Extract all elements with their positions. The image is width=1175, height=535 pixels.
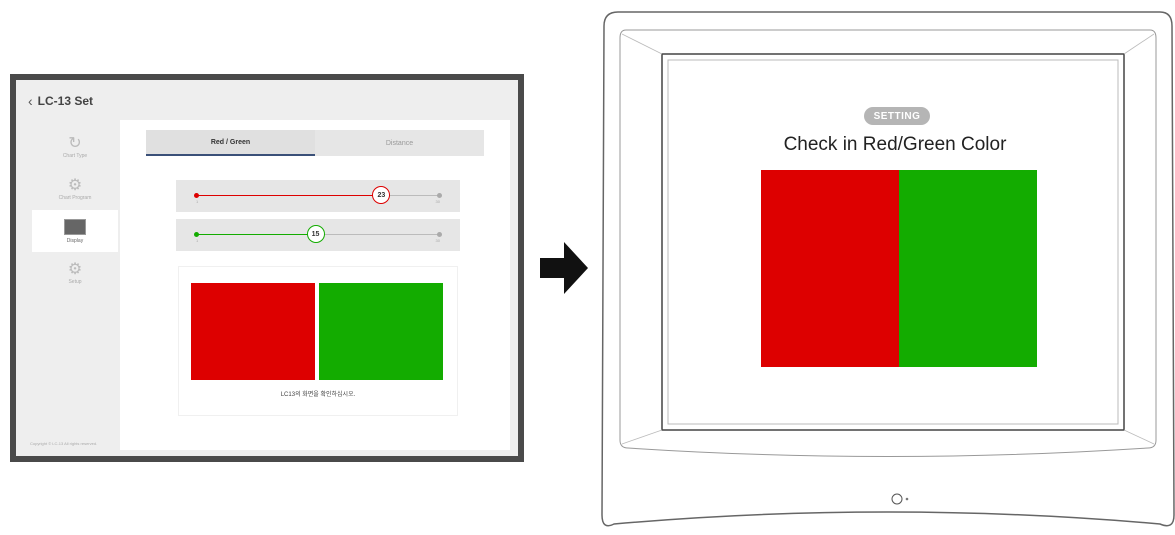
tablet-device: ‹ LC-13 Set ↻ Chart Type ⚙ Chart Program…: [10, 74, 524, 462]
gear-icon: ⚙: [67, 261, 83, 278]
slider-end-dot: [437, 193, 442, 198]
sidebar-item-label: Display: [66, 237, 84, 244]
slider-end-dot: [437, 232, 442, 237]
monitor-red-area: [761, 170, 899, 367]
color-preview: LC13의 화면을 확인하십시오.: [178, 266, 458, 416]
monitor-green-area: [899, 170, 1037, 367]
sidebar-item-label: Setup: [68, 279, 82, 285]
green-swatch: [319, 283, 443, 380]
gears-icon: ⚙: [67, 177, 83, 194]
green-slider-start-dot: [194, 232, 199, 237]
red-slider-start-dot: [194, 193, 199, 198]
sidebar: ↻ Chart Type ⚙ Chart Program Display ⚙ S…: [32, 126, 118, 294]
tablet-screen: ‹ LC-13 Set ↻ Chart Type ⚙ Chart Program…: [16, 80, 518, 456]
tab-bar: Red / Green Distance: [146, 130, 484, 156]
sidebar-item-setup[interactable]: ⚙ Setup: [32, 252, 118, 294]
sidebar-item-label: Chart Type: [62, 153, 88, 159]
sidebar-item-label: Chart Program: [58, 195, 92, 201]
right-arrow-icon: [540, 242, 588, 294]
red-slider-fill: [196, 195, 382, 196]
main-panel: Red / Green Distance 23 1 30 15 1 30 LC1…: [120, 120, 510, 450]
setting-badge: SETTING: [864, 107, 930, 125]
red-swatch: [191, 283, 315, 380]
sidebar-item-chart-type[interactable]: ↻ Chart Type: [32, 126, 118, 168]
tab-red-green[interactable]: Red / Green: [146, 130, 315, 156]
green-slider-thumb[interactable]: 15: [306, 225, 325, 243]
power-led-icon: [905, 497, 909, 501]
sidebar-item-chart-program[interactable]: ⚙ Chart Program: [32, 168, 118, 210]
green-slider-fill: [196, 234, 316, 235]
copyright-text: Copyright © LC-13 All rights reserved.: [30, 441, 98, 446]
red-slider-max: 30: [435, 199, 440, 204]
monitor-icon: [64, 218, 86, 235]
green-slider-panel: 15 1 30: [176, 219, 460, 251]
tab-distance[interactable]: Distance: [315, 130, 484, 156]
green-slider[interactable]: 15: [194, 225, 442, 243]
app-header: ‹ LC-13 Set: [28, 94, 93, 108]
green-slider-min: 1: [196, 238, 199, 243]
refresh-icon: ↻: [68, 135, 82, 152]
app-title: LC-13 Set: [37, 94, 94, 108]
red-slider-min: 1: [196, 199, 199, 204]
chevron-left-icon[interactable]: ‹: [28, 94, 33, 108]
sidebar-item-display[interactable]: Display: [32, 210, 118, 252]
red-slider[interactable]: 23: [194, 186, 442, 204]
red-slider-panel: 23 1 30: [176, 180, 460, 212]
monitor-title: Check in Red/Green Color: [783, 134, 1007, 155]
red-slider-thumb[interactable]: 23: [372, 186, 391, 204]
preview-caption: LC13의 화면을 확인하십시오.: [280, 392, 356, 398]
green-slider-max: 30: [435, 238, 440, 243]
